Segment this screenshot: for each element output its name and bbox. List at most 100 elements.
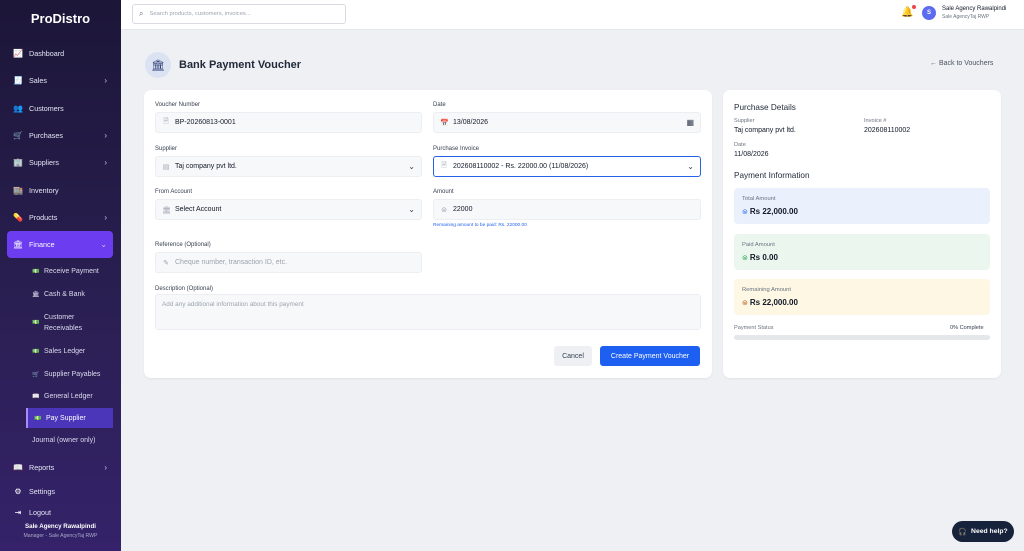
chevron-down-icon: ⌄ [687, 162, 694, 171]
voucher-number-label: Voucher Number [155, 102, 201, 108]
money-icon: 💵 [32, 348, 40, 355]
sidebar-item-settings[interactable]: ⚙ Settings [0, 481, 121, 502]
purchase-invoice-value: 202608110002 - Rs. 22000.00 (11/08/2026) [453, 163, 589, 170]
sidebar-subitem-label: Pay Supplier [46, 414, 86, 422]
chevron-right-icon: › [104, 158, 107, 168]
sidebar-subitem-customer-receivables[interactable]: 💵 Customer Receivables [0, 306, 121, 340]
document-icon: 🗎 [441, 162, 447, 169]
sidebar-item-label: Purchases [29, 131, 63, 141]
total-amount-text: Rs 22,000.00 [749, 207, 798, 216]
sidebar-item-label: Logout [29, 508, 51, 518]
bank-icon: 🏛 [32, 292, 40, 299]
building-icon: 🏢 [13, 158, 23, 168]
need-help-button[interactable]: 🎧 Need help? [952, 521, 1014, 542]
date-field[interactable]: 📅 13/08/2026 ▦ [433, 112, 701, 133]
sidebar-subitem-cash-bank[interactable]: 🏛 Cash & Bank [0, 283, 121, 306]
sidebar-subitem-label: General Ledger [44, 393, 93, 401]
chevron-down-icon: ⌄ [408, 162, 415, 171]
sidebar-item-inventory[interactable]: 🏬 Inventory [0, 176, 121, 203]
sidebar-subitem-label: Supplier Payables [44, 370, 101, 378]
sidebar-subitem-pay-supplier[interactable]: 💵 Pay Supplier [26, 408, 113, 429]
reference-placeholder: Cheque number, transaction ID, etc. [175, 259, 288, 266]
supplier-label: Supplier [734, 118, 755, 124]
chevron-right-icon: › [104, 131, 107, 141]
remaining-amount-label: Remaining Amount [742, 287, 791, 293]
pencil-icon: ✎ [163, 259, 169, 267]
bank-icon: 🏛 [12, 240, 24, 250]
sidebar-item-label: Inventory [29, 185, 59, 195]
money-icon: 💵 [32, 320, 40, 327]
sidebar-subitem-supplier-payables[interactable]: 🛒 Supplier Payables [0, 363, 121, 386]
purchase-invoice-select[interactable]: 🗎 202608110002 - Rs. 22000.00 (11/08/202… [433, 156, 701, 177]
amount-input[interactable]: ⊜ 22000 [433, 199, 701, 220]
total-amount-box: Total Amount ⊜ Rs 22,000.00 [734, 188, 990, 224]
users-icon: 👥 [13, 103, 23, 113]
sidebar-subitem-sales-ledger[interactable]: 💵 Sales Ledger [0, 340, 121, 363]
voucher-number-field[interactable]: 🗎 BP-20260813-0001 [155, 112, 422, 133]
capsule-icon: 💊 [13, 212, 23, 222]
remaining-amount-box: Remaining Amount ⊜ Rs 22,000.00 [734, 279, 990, 315]
back-label: Back to Vouchers [938, 60, 994, 67]
sidebar-subitem-journal[interactable]: Journal (owner only) [0, 429, 121, 452]
sidebar-item-sales[interactable]: 🧾 Sales › [0, 67, 121, 94]
reference-input[interactable]: ✎ Cheque number, transaction ID, etc. [155, 252, 422, 273]
supplier-value: Taj company pvt ltd. [734, 127, 796, 134]
paid-amount-label: Paid Amount [742, 242, 775, 248]
sidebar-item-logout[interactable]: ⇥ Logout [0, 502, 121, 523]
from-account-select[interactable]: 🏛 Select Account ⌄ [155, 199, 422, 220]
notification-bell-icon[interactable]: 🔔 [901, 5, 917, 18]
voucher-number-value: BP-20260813-0001 [175, 119, 236, 126]
book-icon: 📖 [32, 394, 40, 401]
finance-submenu: 💵 Receive Payment 🏛 Cash & Bank 💵 Custom… [0, 260, 121, 452]
description-placeholder: Add any additional information about thi… [162, 301, 304, 308]
cart-icon: 🛒 [32, 371, 40, 378]
chevron-right-icon: › [104, 212, 107, 222]
currency-icon: ⊜ [742, 300, 748, 307]
page-title: Bank Payment Voucher [179, 59, 302, 71]
supplier-select[interactable]: ▤ Taj company pvt ltd. ⌄ [155, 156, 422, 177]
sidebar-subitem-label: Sales Ledger [44, 347, 86, 355]
sidebar-item-reports[interactable]: 📖 Reports › [0, 454, 121, 481]
chevron-down-icon: ⌄ [408, 205, 415, 214]
paid-amount-text: Rs 0.00 [749, 253, 778, 262]
back-to-vouchers-link[interactable]: ← Back to Vouchers [930, 60, 993, 67]
gear-icon: ⚙ [14, 487, 22, 497]
user-menu[interactable]: Sale Agency Rawalpindi Sale AgencyTaj RW… [942, 6, 1006, 20]
sidebar-subitem-receive-payment[interactable]: 💵 Receive Payment [0, 260, 121, 283]
sidebar-item-label: Dashboard [29, 49, 65, 59]
payment-information-heading: Payment Information [734, 171, 810, 180]
cart-icon: 🛒 [13, 131, 23, 141]
paid-amount-box: Paid Amount ⊜ Rs 0.00 [734, 234, 990, 270]
sidebar-item-purchases[interactable]: 🛒 Purchases › [0, 122, 121, 149]
supplier-value: Taj company pvt ltd. [175, 163, 237, 170]
bank-icon: 🏛 [145, 52, 171, 78]
cancel-button[interactable]: Cancel [554, 346, 592, 366]
chevron-right-icon: › [104, 463, 107, 473]
sidebar-item-suppliers[interactable]: 🏢 Suppliers › [0, 149, 121, 176]
date-label: Date [433, 102, 446, 108]
document-icon: 🗎 [163, 118, 169, 125]
calendar-picker-icon[interactable]: ▦ [686, 118, 694, 127]
sidebar-user-name: Sale Agency Rawalpindi [25, 523, 96, 530]
avatar[interactable]: S [922, 6, 936, 20]
payment-status-label: Payment Status [734, 325, 774, 331]
payment-status-value: 0% Complete [950, 325, 984, 331]
sidebar-subitem-label: Journal (owner only) [32, 437, 96, 445]
description-label: Description (Optional) [155, 286, 214, 292]
sidebar-item-customers[interactable]: 👥 Customers [0, 95, 121, 122]
search-input[interactable]: ⌕ Search products, customers, invoices..… [132, 4, 346, 24]
amount-label: Amount [433, 189, 454, 195]
search-placeholder: Search products, customers, invoices... [149, 11, 251, 17]
invoice-number-label: Invoice # [864, 118, 887, 124]
date-value: 11/08/2026 [734, 151, 769, 158]
from-account-value: Select Account [175, 206, 222, 213]
purchase-summary-card: Purchase Details Supplier Taj company pv… [723, 90, 1001, 378]
user-name: Sale Agency Rawalpindi [942, 6, 1007, 12]
sidebar-item-finance[interactable]: 🏛 Finance ⌄ [7, 231, 113, 259]
create-payment-voucher-button[interactable]: Create Payment Voucher [600, 346, 700, 366]
sidebar-item-products[interactable]: 💊 Products › [0, 204, 121, 231]
date-label: Date [734, 142, 746, 148]
sidebar-item-dashboard[interactable]: 📈 Dashboard [0, 40, 121, 67]
sidebar-subitem-general-ledger[interactable]: 📖 General Ledger [0, 386, 121, 409]
description-textarea[interactable]: Add any additional information about thi… [155, 294, 701, 330]
